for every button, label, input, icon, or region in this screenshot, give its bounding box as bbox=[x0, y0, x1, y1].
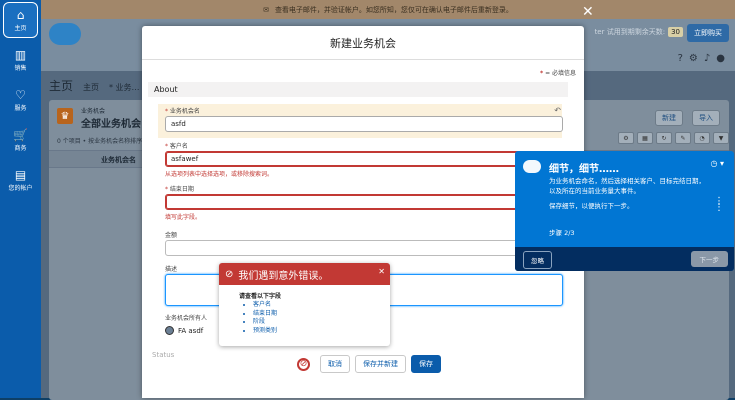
error-field-link[interactable]: 客户名 bbox=[253, 301, 390, 310]
rail-item-label: 服务 bbox=[14, 104, 27, 112]
chart-icon: ▥ bbox=[14, 47, 27, 62]
next-step-button[interactable]: 下一步 bbox=[690, 251, 728, 267]
trial-text: ter 试用到期剩余天数: bbox=[594, 28, 666, 36]
owner-value[interactable]: FA asdf bbox=[165, 326, 207, 335]
tab-home[interactable]: 主页 bbox=[83, 82, 99, 93]
owner-name: FA asdf bbox=[178, 326, 204, 335]
help-icon[interactable]: ? bbox=[678, 53, 683, 64]
section-header-about[interactable]: About bbox=[148, 82, 568, 97]
rail-item-label: 主页 bbox=[14, 24, 27, 32]
field-label: 业务机会所有人 bbox=[165, 315, 208, 322]
walkthrough-step: 步骤 2/3 bbox=[549, 229, 575, 237]
rail-item-label: 销售 bbox=[14, 64, 27, 72]
ignore-button[interactable]: 忽略 bbox=[523, 251, 552, 269]
error-icon: ⊘ bbox=[225, 268, 234, 280]
walkthrough-footer: 忽略 下一步 bbox=[515, 247, 734, 271]
bell-icon[interactable]: ♪ bbox=[704, 53, 710, 64]
column-header-name[interactable]: 业务机会名 bbox=[101, 155, 136, 165]
filter-icon[interactable]: ▼ bbox=[713, 132, 729, 144]
rail-item-sales[interactable]: ▥ 销售 bbox=[0, 40, 41, 80]
rail-item-home[interactable]: ⌂ 主页 bbox=[3, 2, 38, 38]
section-header-status: Status bbox=[152, 351, 175, 359]
app-rail: ⌂ 主页 ▥ 销售 ♡ 服务 🛒 商务 ▤ 您的帐户 bbox=[0, 0, 41, 398]
clock-icon[interactable]: ◷ ▾ bbox=[710, 159, 724, 168]
buy-now-button[interactable]: 立即购买 bbox=[687, 24, 729, 42]
field-error: 填写此字段。 bbox=[165, 214, 202, 221]
error-field-link[interactable]: 结束日期 bbox=[253, 310, 390, 319]
account-name-input[interactable]: asfawef bbox=[165, 151, 563, 167]
account-icon: ▤ bbox=[14, 167, 27, 182]
opportunity-name-input[interactable]: asfd bbox=[165, 116, 563, 132]
nav-bar: 主页 主页 * 业务… bbox=[49, 77, 140, 94]
verify-email-banner: ✉ 查看电子邮件，并验证帐户。如您所知，您仅可在确认电子邮件后重新登录。 bbox=[41, 0, 735, 19]
list-controls: ⚙ ▦ ↻ ✎ ◔ ▼ bbox=[618, 132, 729, 144]
edit-icon[interactable]: ✎ bbox=[675, 132, 691, 144]
header-tools: ? ⚙ ♪ ● bbox=[678, 53, 725, 64]
gear-icon[interactable]: ⚙ bbox=[689, 53, 698, 64]
save-and-new-button[interactable]: 保存并新建 bbox=[355, 355, 406, 373]
owner-field: 业务机会所有人 FA asdf bbox=[165, 313, 207, 335]
list-view-title[interactable]: 全部业务机会 bbox=[81, 115, 141, 130]
error-field-link[interactable]: 预测类别 bbox=[253, 327, 390, 336]
walkthrough-title: 细节，细节…… bbox=[549, 164, 619, 175]
home-icon: ⌂ bbox=[16, 7, 25, 22]
close-icon[interactable]: ✕ bbox=[378, 267, 385, 276]
field-label: * 客户名 bbox=[165, 143, 188, 150]
field-label: * 结束日期 bbox=[165, 186, 194, 193]
rail-item-account[interactable]: ▤ 您的帐户 bbox=[0, 160, 41, 200]
trial-days-badge: 30 bbox=[668, 27, 683, 37]
rail-item-label: 商务 bbox=[14, 144, 27, 152]
close-date-input[interactable] bbox=[165, 194, 563, 210]
error-subtitle: 请查看以下字段 bbox=[239, 293, 282, 300]
modal-footer: ⊘ 取消 保存并新建 保存 bbox=[297, 355, 441, 373]
error-field-list: 客户名 结束日期 阶段 预测类别 bbox=[253, 301, 390, 335]
field-label: * 业务机会名 bbox=[165, 108, 200, 115]
banner-text: 查看电子邮件，并验证帐户。如您所知，您仅可在确认电子邮件后重新登录。 bbox=[274, 5, 513, 14]
error-popover-body: 请查看以下字段 客户名 结束日期 阶段 预测类别 bbox=[219, 285, 390, 335]
trial-info: ter 试用到期剩余天数: 30 bbox=[595, 27, 683, 37]
amount-field: 金额 bbox=[165, 230, 563, 256]
drag-handle-icon[interactable]: ⋮ ⋮ bbox=[714, 197, 724, 213]
rail-item-label: 您的帐户 bbox=[8, 184, 33, 192]
error-field-link[interactable]: 阶段 bbox=[253, 318, 390, 327]
salesforce-logo bbox=[49, 23, 81, 45]
error-title: 我们遇到意外错误。 bbox=[238, 270, 329, 282]
close-date-field: * 结束日期 填写此字段。 bbox=[165, 184, 563, 221]
cloud-icon bbox=[523, 160, 541, 173]
cancel-button[interactable]: 取消 bbox=[320, 355, 350, 373]
amount-input[interactable] bbox=[165, 240, 563, 256]
avatar[interactable]: ● bbox=[716, 53, 725, 64]
settings-icon[interactable]: ⚙ bbox=[618, 132, 634, 144]
undo-icon[interactable]: ↶ bbox=[554, 106, 561, 115]
opportunity-name-field: * 业务机会名 ↶ asfd bbox=[165, 106, 563, 132]
list-object-label: 业务机会 bbox=[81, 108, 106, 115]
refresh-icon[interactable]: ↻ bbox=[656, 132, 672, 144]
required-note: * = 必填信息 bbox=[540, 70, 576, 77]
error-indicator-icon[interactable]: ⊘ bbox=[297, 357, 310, 371]
error-popover: ⊘ 我们遇到意外错误。 ✕ 请查看以下字段 客户名 结束日期 阶段 预测类别 bbox=[219, 263, 390, 346]
avatar bbox=[165, 326, 174, 335]
cart-icon: 🛒 bbox=[13, 127, 28, 142]
chart-icon[interactable]: ◔ bbox=[694, 132, 710, 144]
rail-item-commerce[interactable]: 🛒 商务 bbox=[0, 120, 41, 160]
walkthrough-text: 为业务机会命名，然后选择相关客户、目标完结日期，以及所在的当前业务量大事件。 保… bbox=[549, 177, 705, 210]
field-label: 金额 bbox=[165, 232, 178, 239]
tab-opportunities[interactable]: * 业务… bbox=[109, 82, 140, 93]
close-modal-icon[interactable]: ✕ bbox=[582, 4, 594, 20]
table-icon[interactable]: ▦ bbox=[637, 132, 653, 144]
save-button[interactable]: 保存 bbox=[411, 355, 441, 373]
rail-item-service[interactable]: ♡ 服务 bbox=[0, 80, 41, 120]
new-button[interactable]: 新建 bbox=[655, 110, 683, 126]
mail-icon: ✉ bbox=[263, 5, 269, 14]
modal-title: 新建业务机会 bbox=[142, 26, 584, 60]
list-meta: 0 个项目 • 按业务机会名称排序 • bbox=[57, 138, 148, 145]
error-popover-header: ⊘ 我们遇到意外错误。 ✕ bbox=[219, 263, 390, 285]
app-name: 主页 bbox=[49, 79, 74, 93]
crown-icon: ♛ bbox=[57, 108, 73, 124]
heart-icon: ♡ bbox=[15, 87, 26, 102]
account-name-field: * 客户名 asfawef 从选项列表中选择选项，或移除搜索词。 bbox=[165, 141, 563, 178]
field-error: 从选项列表中选择选项，或移除搜索词。 bbox=[165, 171, 274, 178]
walkthrough-popover: 细节，细节…… ◷ ▾ 为业务机会命名，然后选择相关客户、目标完结日期，以及所在… bbox=[515, 151, 734, 271]
import-button[interactable]: 导入 bbox=[692, 110, 720, 126]
